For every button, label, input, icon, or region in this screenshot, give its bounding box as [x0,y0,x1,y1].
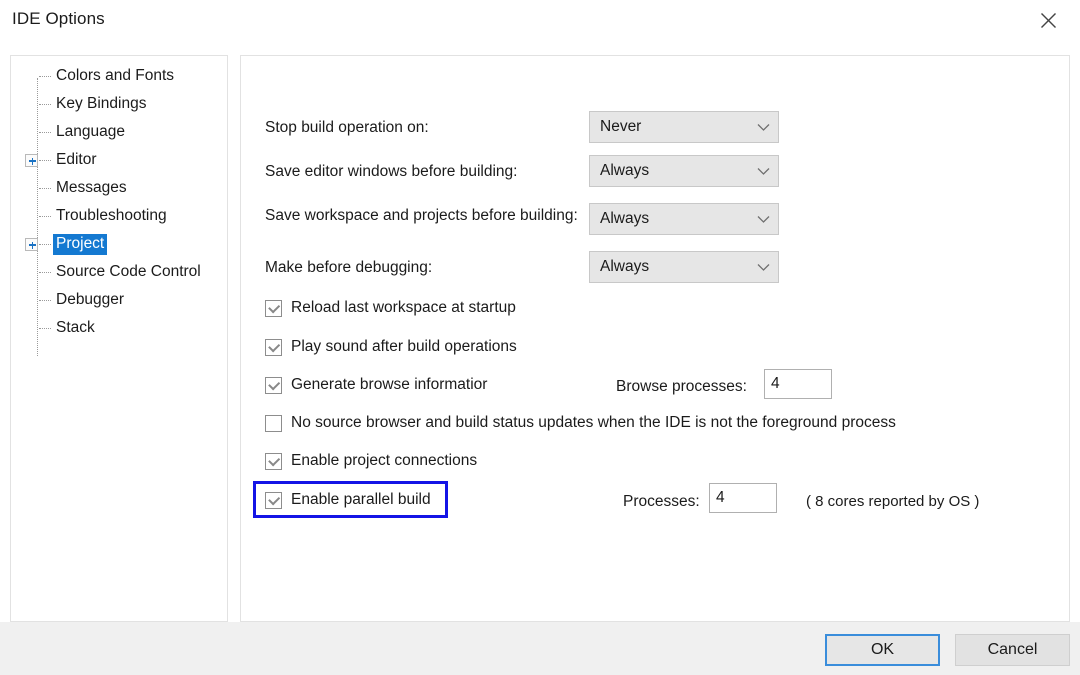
dialog-footer: OK Cancel [0,622,1080,675]
sidebar-item-colors-and-fonts[interactable]: Colors and Fonts [11,62,227,90]
chevron-down-icon [748,263,778,272]
close-button[interactable] [1026,6,1070,34]
sidebar-item-debugger[interactable]: Debugger [11,286,227,314]
sidebar-item-label: Stack [56,318,95,336]
checkbox-icon[interactable] [265,491,282,509]
sidebar-item-label: Colors and Fonts [56,66,175,84]
tree-elbow-icon [39,131,51,133]
checkbox-enable-project-connections[interactable]: Enable project connections [265,452,477,470]
checkbox-play-sound[interactable]: Play sound after build operations [265,338,517,356]
cores-reported-note: ( 8 cores reported by OS ) [806,493,980,510]
chevron-down-icon [748,167,778,176]
tree-elbow-icon [39,215,51,217]
dropdown-value: Never [600,118,642,135]
checkbox-label: No source browser and build status updat… [291,414,896,431]
options-tree-panel: Colors and Fonts Key Bindings Language E… [10,55,228,622]
sidebar-item-label: Troubleshooting [56,206,167,224]
dropdown-value: Always [600,210,650,227]
tree-elbow-icon [39,75,51,77]
chevron-down-icon [748,215,778,224]
checkbox-label: Play sound after build operations [291,338,517,355]
checkbox-icon[interactable] [265,452,282,470]
chevron-down-icon [748,123,778,132]
sidebar-item-key-bindings[interactable]: Key Bindings [11,90,227,118]
checkbox-reload-last-workspace[interactable]: Reload last workspace at startup [265,299,516,317]
project-options-panel: Stop build operation on: Never Save edit… [240,55,1070,622]
sidebar-item-label: Debugger [56,290,125,308]
checkbox-icon[interactable] [265,338,282,356]
tree-elbow-icon [39,299,51,301]
dropdown-value: Always [600,162,650,179]
sidebar-item-language[interactable]: Language [11,118,227,146]
ok-button[interactable]: OK [825,634,940,666]
sidebar-item-project[interactable]: Project [11,230,227,258]
save-workspace-dropdown[interactable]: Always [589,203,779,235]
save-workspace-label: Save workspace and projects before build… [265,207,578,224]
browse-processes-input[interactable]: 4 [764,369,832,399]
checkbox-label: Enable project connections [291,452,478,469]
checkbox-generate-browse-information[interactable]: Generate browse informatior [265,376,487,394]
checkbox-label: Reload last workspace at startup [291,299,516,316]
sidebar-item-label: Editor [56,150,97,168]
tree-elbow-icon [39,327,51,329]
checkbox-icon[interactable] [265,299,282,317]
checkbox-label: Enable parallel build [291,491,431,508]
sidebar-item-label: Language [56,122,125,140]
dialog-body: Colors and Fonts Key Bindings Language E… [0,40,1080,622]
checkbox-enable-parallel-build[interactable]: Enable parallel build [265,491,431,509]
title-bar: IDE Options [0,0,1080,40]
tree-elbow-icon [39,243,51,245]
tree-elbow-icon [39,159,51,161]
tree-elbow-icon [39,103,51,105]
expand-plus-icon[interactable] [25,153,38,167]
make-before-debugging-label: Make before debugging: [265,259,433,276]
sidebar-item-label: Key Bindings [56,94,147,112]
stop-build-operation-label: Stop build operation on: [265,119,429,136]
checkbox-icon[interactable] [265,376,282,394]
save-editor-windows-dropdown[interactable]: Always [589,155,779,187]
expand-plus-icon[interactable] [25,237,38,251]
close-icon [1040,12,1057,29]
options-tree: Colors and Fonts Key Bindings Language E… [11,56,227,356]
cancel-button[interactable]: Cancel [955,634,1070,666]
sidebar-item-messages[interactable]: Messages [11,174,227,202]
sidebar-item-troubleshooting[interactable]: Troubleshooting [11,202,227,230]
make-before-debugging-dropdown[interactable]: Always [589,251,779,283]
sidebar-item-label: Project [53,233,108,255]
checkbox-no-source-browser[interactable]: No source browser and build status updat… [265,414,896,432]
dropdown-value: Always [600,258,650,275]
sidebar-item-source-code-control[interactable]: Source Code Control [11,258,227,286]
processes-input[interactable]: 4 [709,483,777,513]
sidebar-item-editor[interactable]: Editor [11,146,227,174]
browse-processes-label: Browse processes: [616,378,747,395]
tree-elbow-icon [39,187,51,189]
save-editor-windows-label: Save editor windows before building: [265,163,518,180]
checkbox-icon[interactable] [265,414,282,432]
sidebar-item-label: Messages [56,178,127,196]
tree-elbow-icon [39,271,51,273]
processes-label: Processes: [623,493,700,510]
sidebar-item-stack[interactable]: Stack [11,314,227,342]
sidebar-item-label: Source Code Control [56,262,201,280]
checkbox-label: Generate browse informatior [291,376,488,393]
page-title: IDE Options [12,9,105,28]
stop-build-operation-dropdown[interactable]: Never [589,111,779,143]
